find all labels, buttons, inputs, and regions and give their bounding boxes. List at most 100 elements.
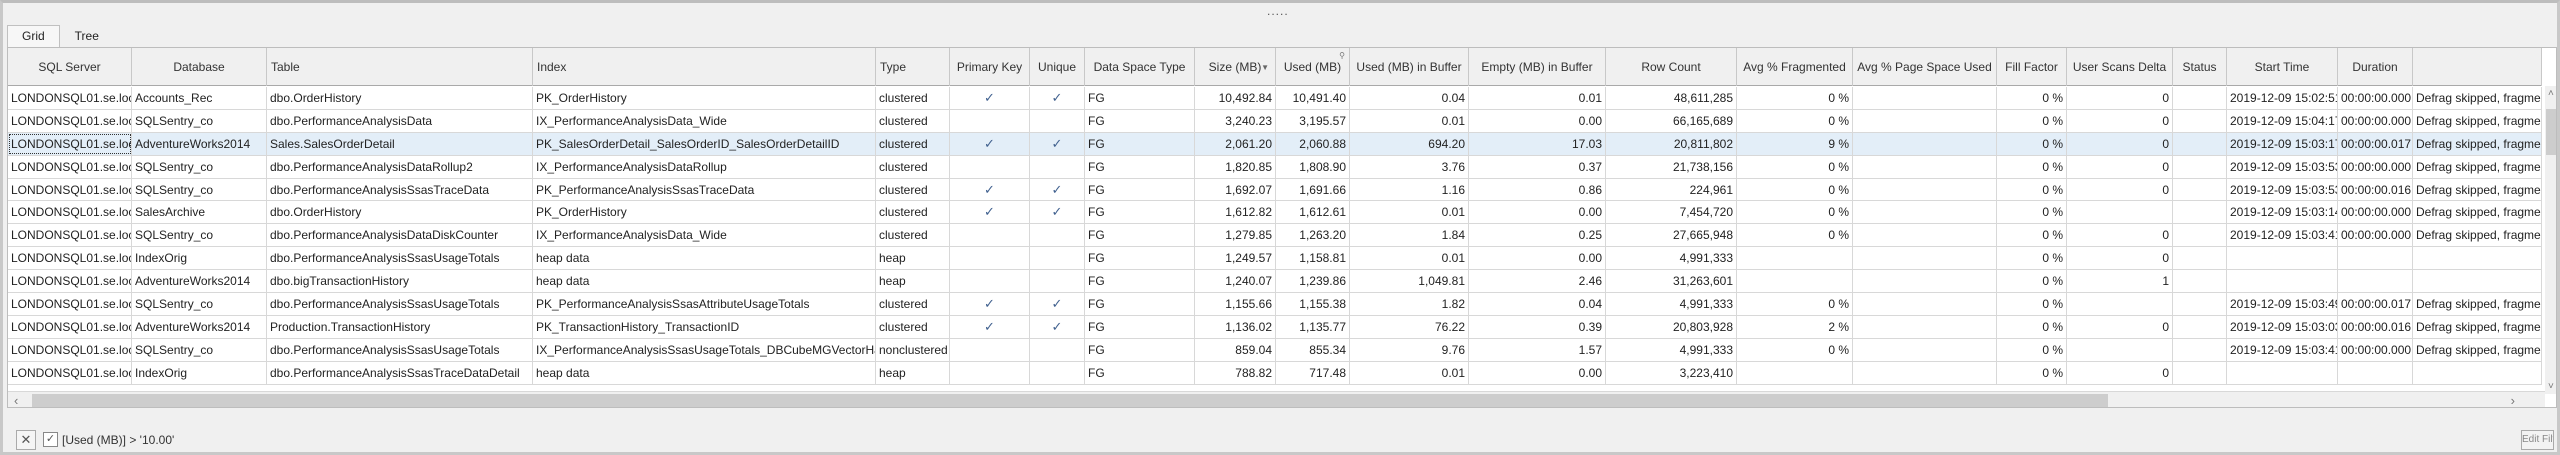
- cell-status[interactable]: [2173, 155, 2227, 178]
- cell-sql-server[interactable]: LONDONSQL01.se.local: [8, 293, 132, 315]
- cell-unique[interactable]: [1030, 338, 1085, 361]
- cell-primary-key[interactable]: [950, 109, 1030, 132]
- cell-index[interactable]: PK_OrderHistory: [533, 87, 876, 109]
- cell-type[interactable]: clustered: [876, 155, 950, 178]
- cell-avg-page-space-used[interactable]: [1853, 109, 1997, 132]
- cell-fill-factor[interactable]: 0 %: [1997, 132, 2067, 155]
- cell-message[interactable]: [2413, 361, 2542, 384]
- cell-empty-in-buffer[interactable]: 0.00: [1469, 201, 1606, 224]
- horizontal-scroll-thumb[interactable]: [32, 394, 2108, 407]
- cell-start-time[interactable]: 2019-12-09 15:03:49: [2227, 293, 2338, 315]
- cell-duration[interactable]: 00:00:00.000: [2338, 109, 2413, 132]
- cell-used-mb[interactable]: 1,691.66: [1276, 178, 1350, 201]
- cell-row-count[interactable]: 66,165,689: [1606, 109, 1737, 132]
- cell-row-count[interactable]: 21,738,156: [1606, 155, 1737, 178]
- cell-row-count[interactable]: 224,961: [1606, 178, 1737, 201]
- cell-used-in-buffer[interactable]: 0.01: [1350, 201, 1469, 224]
- cell-user-scans-delta[interactable]: 0: [2067, 155, 2173, 178]
- cell-used-in-buffer[interactable]: 1,049.81: [1350, 270, 1469, 293]
- cell-message[interactable]: Defrag skipped, fragmen: [2413, 315, 2542, 338]
- cell-user-scans-delta[interactable]: 0: [2067, 361, 2173, 384]
- cell-used-in-buffer[interactable]: 1.16: [1350, 178, 1469, 201]
- cell-duration[interactable]: [2338, 247, 2413, 270]
- primary-key-check-icon[interactable]: ✓: [950, 87, 1030, 109]
- cell-start-time[interactable]: 2019-12-09 15:03:53: [2227, 155, 2338, 178]
- cell-used-mb[interactable]: 1,263.20: [1276, 224, 1350, 247]
- cell-table[interactable]: dbo.PerformanceAnalysisDataDiskCounter: [267, 224, 533, 247]
- cell-start-time[interactable]: 2019-12-09 15:03:03: [2227, 315, 2338, 338]
- cell-table[interactable]: dbo.bigTransactionHistory: [267, 270, 533, 293]
- cell-fill-factor[interactable]: 0 %: [1997, 293, 2067, 315]
- cell-avg-page-space-used[interactable]: [1853, 315, 1997, 338]
- cell-database[interactable]: SQLSentry_co: [132, 155, 267, 178]
- cell-empty-in-buffer[interactable]: 0.86: [1469, 178, 1606, 201]
- cell-used-mb[interactable]: 1,612.61: [1276, 201, 1350, 224]
- cell-data-space-type[interactable]: FG: [1085, 87, 1195, 109]
- cell-message[interactable]: Defrag skipped, fragmen: [2413, 178, 2542, 201]
- primary-key-check-icon[interactable]: ✓: [950, 178, 1030, 201]
- cell-avg-fragmented[interactable]: 0 %: [1737, 338, 1853, 361]
- table-row[interactable]: LONDONSQL01.se.local IndexOrig dbo.Perform…: [8, 247, 2542, 271]
- cell-message[interactable]: Defrag skipped, fragmen: [2413, 155, 2542, 178]
- cell-status[interactable]: [2173, 315, 2227, 338]
- filter-enabled-checkbox[interactable]: ✓: [43, 432, 58, 447]
- cell-row-count[interactable]: 20,803,928: [1606, 315, 1737, 338]
- cell-size-mb[interactable]: 3,240.23: [1195, 109, 1276, 132]
- cell-fill-factor[interactable]: 0 %: [1997, 224, 2067, 247]
- cell-sql-server[interactable]: LONDONSQL01.se.local: [8, 247, 132, 270]
- cell-duration[interactable]: 00:00:00.017: [2338, 132, 2413, 155]
- table-row[interactable]: LONDONSQL01.se.local AdventureWorks2014 Sa…: [8, 132, 2542, 156]
- cell-index[interactable]: PK_OrderHistory: [533, 201, 876, 224]
- cell-used-mb[interactable]: 1,158.81: [1276, 247, 1350, 270]
- cell-used-mb[interactable]: 1,239.86: [1276, 270, 1350, 293]
- column-header-duration[interactable]: Duration: [2338, 48, 2413, 86]
- cell-used-in-buffer[interactable]: 0.04: [1350, 87, 1469, 109]
- cell-sql-server[interactable]: LONDONSQL01.se.local: [8, 315, 132, 338]
- column-header-avg-fragmented[interactable]: Avg % Fragmented: [1737, 48, 1853, 86]
- cell-user-scans-delta[interactable]: 0: [2067, 87, 2173, 109]
- cell-index[interactable]: heap data: [533, 247, 876, 270]
- unique-check-icon[interactable]: ✓: [1030, 178, 1085, 201]
- cell-row-count[interactable]: 7,454,720: [1606, 201, 1737, 224]
- cell-index[interactable]: PK_PerformanceAnalysisSsasTraceData: [533, 178, 876, 201]
- cell-status[interactable]: [2173, 338, 2227, 361]
- column-header-size-mb[interactable]: Size (MB) ▼: [1195, 48, 1276, 86]
- cell-start-time[interactable]: [2227, 247, 2338, 270]
- cell-avg-fragmented[interactable]: [1737, 247, 1853, 270]
- cell-used-mb[interactable]: 10,491.40: [1276, 87, 1350, 109]
- cell-empty-in-buffer[interactable]: 0.25: [1469, 224, 1606, 247]
- cell-message[interactable]: Defrag skipped, fragmen: [2413, 224, 2542, 247]
- cell-index[interactable]: heap data: [533, 361, 876, 384]
- cell-database[interactable]: IndexOrig: [132, 247, 267, 270]
- cell-size-mb[interactable]: 2,061.20: [1195, 132, 1276, 155]
- cell-type[interactable]: nonclustered: [876, 338, 950, 361]
- filter-expression[interactable]: [Used (MB)] > '10.00': [62, 433, 174, 447]
- cell-type[interactable]: clustered: [876, 315, 950, 338]
- cell-status[interactable]: [2173, 293, 2227, 315]
- cell-database[interactable]: Accounts_Rec: [132, 87, 267, 109]
- cell-index[interactable]: IX_PerformanceAnalysisSsasUsageTotals_DB…: [533, 338, 876, 361]
- cell-used-mb[interactable]: 855.34: [1276, 338, 1350, 361]
- unique-check-icon[interactable]: ✓: [1030, 201, 1085, 224]
- cell-used-mb[interactable]: 3,195.57: [1276, 109, 1350, 132]
- cell-data-space-type[interactable]: FG: [1085, 201, 1195, 224]
- column-header-avg-page-space-used[interactable]: Avg % Page Space Used: [1853, 48, 1997, 86]
- cell-table[interactable]: Sales.SalesOrderDetail: [267, 132, 533, 155]
- cell-status[interactable]: [2173, 87, 2227, 109]
- cell-database[interactable]: AdventureWorks2014: [132, 132, 267, 155]
- cell-table[interactable]: dbo.PerformanceAnalysisSsasTraceData: [267, 178, 533, 201]
- cell-sql-server[interactable]: LONDONSQL01.se.local: [8, 178, 132, 201]
- unique-check-icon[interactable]: ✓: [1030, 132, 1085, 155]
- cell-type[interactable]: heap: [876, 361, 950, 384]
- cell-message[interactable]: Defrag skipped, fragmen: [2413, 201, 2542, 224]
- cell-avg-page-space-used[interactable]: [1853, 338, 1997, 361]
- cell-table[interactable]: dbo.PerformanceAnalysisSsasTraceDataDeta…: [267, 361, 533, 384]
- column-header-fill-factor[interactable]: Fill Factor: [1997, 48, 2067, 86]
- cell-row-count[interactable]: 4,991,333: [1606, 338, 1737, 361]
- cell-size-mb[interactable]: 788.82: [1195, 361, 1276, 384]
- cell-row-count[interactable]: 4,991,333: [1606, 293, 1737, 315]
- cell-fill-factor[interactable]: 0 %: [1997, 247, 2067, 270]
- cell-row-count[interactable]: 31,263,601: [1606, 270, 1737, 293]
- cell-fill-factor[interactable]: 0 %: [1997, 315, 2067, 338]
- cell-table[interactable]: dbo.OrderHistory: [267, 201, 533, 224]
